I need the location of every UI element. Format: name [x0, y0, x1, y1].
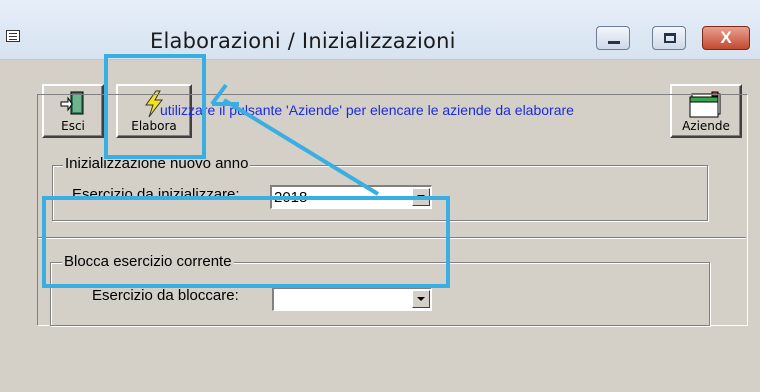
- annotation-arrow: [210, 83, 380, 196]
